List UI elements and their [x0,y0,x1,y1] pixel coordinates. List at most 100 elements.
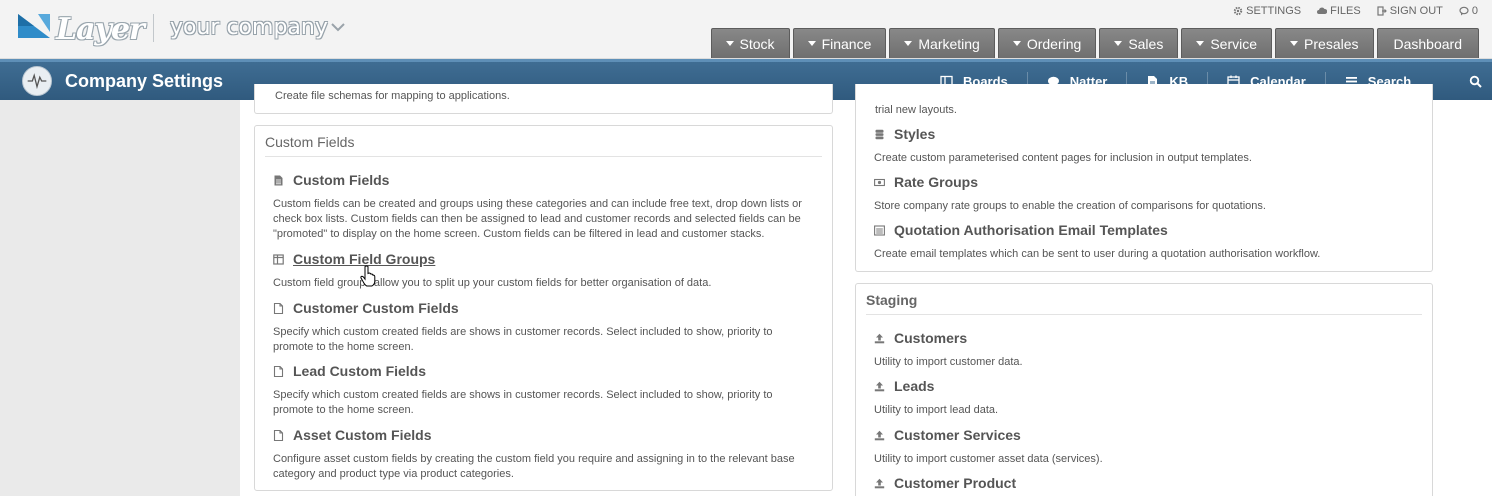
brand-logo-word: Layer [56,12,145,47]
custom-fields-link[interactable]: Custom Fields [273,172,812,188]
tab-label: Marketing [918,35,980,52]
entry-desc: Create email templates which can be sent… [874,248,1321,260]
tab-finance[interactable]: Finance [792,28,887,58]
rate-groups-link[interactable]: Rate Groups [874,174,1412,190]
entry-title: Leads [894,378,935,394]
tab-label: Stock [739,35,775,52]
tab-label: Finance [821,35,872,52]
messages-link[interactable]: 0 [1459,5,1478,17]
quotation-email-templates-entry: Quotation Authorisation Email Templates … [874,222,1412,262]
entry-title: Rate Groups [894,174,979,190]
staging-leads-link[interactable]: Leads [874,378,1412,394]
quotation-email-templates-link[interactable]: Quotation Authorisation Email Templates [874,222,1412,238]
tab-presales[interactable]: Presales [1275,28,1374,58]
entry-title: Customer Product [894,475,1017,491]
entry-title: Customer Custom Fields [293,300,459,316]
staging-customer-services-link[interactable]: Customer Services [874,427,1412,443]
entry-title: Custom Fields [293,172,390,188]
styles-icon [875,129,884,139]
templates-panel: trial new layouts. Styles Create custom … [855,84,1433,272]
tab-label: Service [1210,35,1258,52]
entry-desc: Create custom parameterised content page… [874,152,1252,164]
upload-icon [874,430,885,440]
customer-custom-fields-link[interactable]: Customer Custom Fields [273,300,812,316]
entry-desc: Specify which custom created fields are … [273,326,773,353]
sign-out-link[interactable]: SIGN OUT [1377,5,1443,17]
lead-custom-fields-entry: Lead Custom Fields Specify which custom … [273,363,812,418]
top-header: Layer your company SETTINGS FILES SIGN O… [0,0,1492,59]
layouts-desc: trial new layouts. [875,104,957,116]
entry-desc: Utility to import customer data. [874,356,1023,368]
caret-down-icon [904,41,913,46]
cloud-icon [1317,7,1328,14]
staging-leads-entry: Leads Utility to import lead data. [874,378,1412,418]
pulse-icon[interactable] [22,66,52,96]
tab-label: Ordering [1026,35,1082,52]
styles-link[interactable]: Styles [874,126,1412,142]
brand-divider [153,14,154,42]
panel-title: Staging [866,292,918,308]
file-schemas-panel: Create file schemas for mapping to appli… [254,84,833,114]
tab-label: Presales [1304,35,1359,52]
entry-desc: Store company rate groups to enable the … [874,200,1266,212]
utility-links: SETTINGS FILES SIGN OUT 0 [1233,5,1478,17]
lead-custom-fields-link[interactable]: Lead Custom Fields [273,363,812,379]
entry-title: Customer Services [894,427,1021,443]
tab-dashboard[interactable]: Dashboard [1376,28,1479,58]
custom-field-groups-entry: Custom Field Groups Custom field groups … [273,251,812,291]
file-icon [273,302,284,314]
sign-out-label: SIGN OUT [1389,5,1443,17]
staging-customers-link[interactable]: Customers [874,330,1412,346]
tab-label: Dashboard [1393,35,1463,52]
entry-desc: Custom field groups allow you to split u… [273,277,712,289]
money-icon [874,178,885,186]
sign-out-icon [1377,6,1387,16]
columns-icon [273,253,284,265]
page-title: Company Settings [65,71,224,91]
caret-down-icon [807,41,816,46]
settings-link[interactable]: SETTINGS [1233,5,1301,17]
tab-ordering[interactable]: Ordering [997,28,1097,58]
main-navigation: Stock Finance Marketing Ordering Sales S… [710,28,1479,58]
staging-customer-product-link[interactable]: Customer Product [874,475,1412,491]
tab-sales[interactable]: Sales [1099,28,1179,58]
staging-panel: Staging Customers Utility to import cust… [855,283,1433,496]
company-name[interactable]: your company [170,15,328,40]
chevron-down-icon[interactable] [330,20,346,34]
layer-logo-icon[interactable] [18,12,50,40]
staging-customer-product-entry: Customer Product [874,475,1412,491]
panel-title: Custom Fields [265,134,355,150]
entry-title: Asset Custom Fields [293,427,432,443]
entry-desc: Configure asset custom fields by creatin… [273,453,795,480]
staging-customers-entry: Customers Utility to import customer dat… [874,330,1412,370]
settings-label: SETTINGS [1246,5,1302,17]
custom-fields-entry: Custom Fields Custom fields can be creat… [273,172,812,242]
tab-label: Sales [1128,35,1164,52]
custom-fields-panel: Custom Fields Custom Fields Custom field… [254,125,833,491]
tab-marketing[interactable]: Marketing [889,28,995,58]
search-icon [1469,75,1482,88]
entry-desc: Utility to import customer asset data (s… [874,453,1103,465]
entry-title: Customers [894,330,968,346]
tab-stock[interactable]: Stock [710,28,790,58]
panel-divider [265,156,822,157]
staging-customer-services-entry: Customer Services Utility to import cust… [874,427,1412,467]
list-icon [874,224,885,236]
tab-service[interactable]: Service [1181,28,1273,58]
customer-custom-fields-entry: Customer Custom Fields Specify which cus… [273,300,812,355]
caret-down-icon [1196,41,1205,46]
asset-custom-fields-link[interactable]: Asset Custom Fields [273,427,812,443]
messages-count: 0 [1471,5,1478,17]
entry-title: Quotation Authorisation Email Templates [894,222,1168,238]
rate-groups-entry: Rate Groups Store company rate groups to… [874,174,1412,214]
file-icon [273,365,284,377]
files-link[interactable]: FILES [1317,5,1361,17]
entry-desc: Custom fields can be created and groups … [273,198,802,240]
caret-down-icon [1114,41,1123,46]
entry-desc: Utility to import lead data. [874,404,999,416]
files-label: FILES [1330,5,1361,17]
document-icon [274,175,283,185]
custom-field-groups-link[interactable]: Custom Field Groups [273,251,812,267]
chat-icon [1459,6,1469,16]
search-button[interactable] [1441,72,1482,90]
